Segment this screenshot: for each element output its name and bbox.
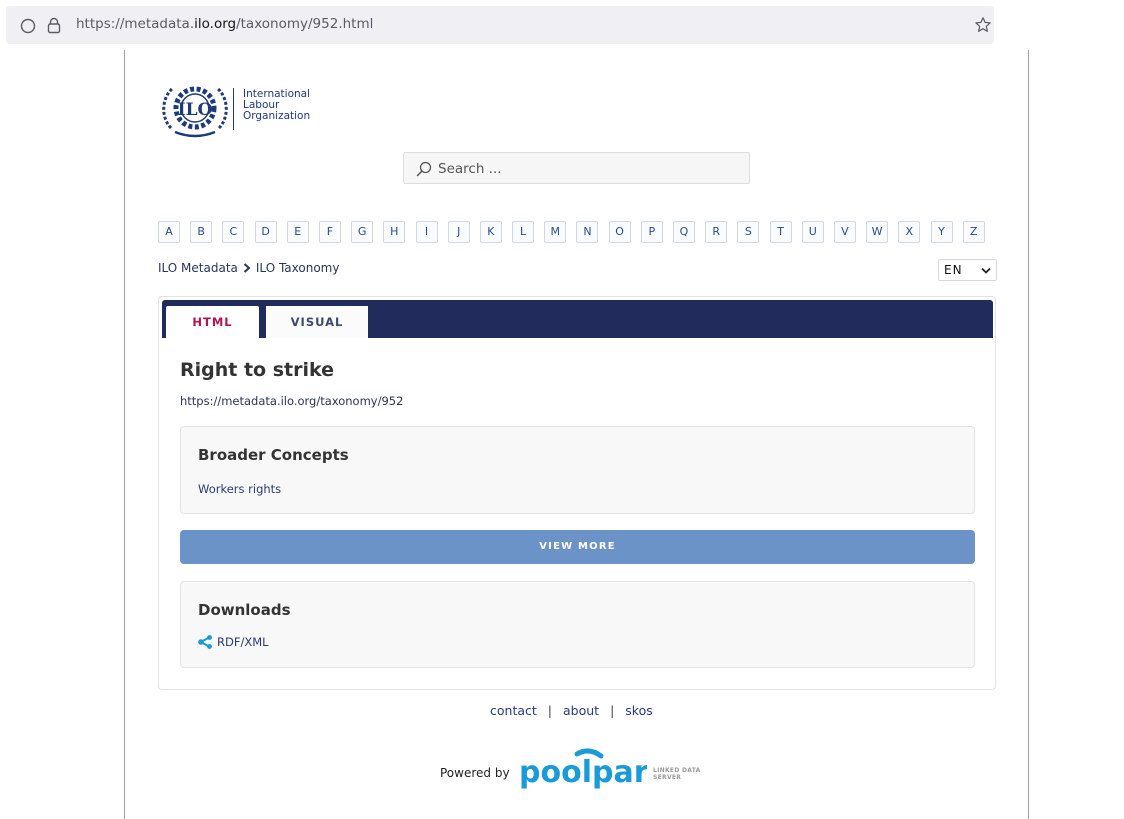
alphabet-letter-x[interactable]: X	[898, 221, 921, 243]
alphabet-letter-b[interactable]: B	[190, 221, 213, 243]
alphabet-letter-u[interactable]: U	[801, 221, 824, 243]
footer-contact-link[interactable]: contact	[490, 703, 537, 718]
alphabet-letter-q[interactable]: Q	[673, 221, 695, 243]
footer-skos-link[interactable]: skos	[625, 703, 652, 718]
alphabet-letter-v[interactable]: V	[833, 221, 856, 243]
chevron-down-icon	[981, 267, 991, 274]
alphabet-letter-r[interactable]: R	[705, 221, 728, 243]
alphabet-letter-y[interactable]: Y	[930, 221, 953, 243]
footer-separator: |	[610, 703, 615, 718]
url-path: /taxonomy/952.html	[236, 16, 374, 32]
alphabet-letter-g[interactable]: G	[351, 221, 374, 243]
rdf-xml-label: RDF/XML	[217, 635, 269, 649]
alphabet-index: ABCDEFGHIJKLMNOPQRSTUVWXYZ	[158, 221, 995, 243]
bookmark-star-icon[interactable]	[974, 16, 992, 34]
alphabet-letter-t[interactable]: T	[769, 221, 792, 243]
downloads-title: Downloads	[198, 601, 291, 619]
alphabet-letter-i[interactable]: I	[415, 221, 438, 243]
browser-toolbar: https://metadata.ilo.org/taxonomy/952.ht…	[0, 0, 1124, 50]
org-name-line3: Organization	[243, 110, 311, 122]
alphabet-letter-c[interactable]: C	[222, 221, 245, 243]
alphabet-letter-l[interactable]: L	[512, 221, 535, 243]
concept-card: HTML VISUAL Right to strike https://meta…	[158, 296, 996, 690]
page-border-right	[1028, 50, 1029, 819]
breadcrumb: ILO Metadata ILO Taxonomy	[158, 261, 339, 275]
search-icon	[416, 161, 432, 177]
tab-visual[interactable]: VISUAL	[266, 306, 368, 338]
alphabet-letter-d[interactable]: D	[254, 221, 277, 243]
search-input[interactable]	[438, 158, 738, 180]
shield-icon[interactable]	[20, 18, 36, 34]
alphabet-letter-p[interactable]: P	[640, 221, 663, 243]
share-icon	[198, 635, 212, 649]
downloads-panel: Downloads RDF/XML	[180, 581, 975, 668]
footer-about-link[interactable]: about	[563, 703, 599, 718]
footer-links: contact | about | skos	[490, 703, 653, 718]
alphabet-letter-w[interactable]: W	[866, 221, 889, 243]
ilo-logo-icon[interactable]: ILO	[157, 78, 233, 140]
alphabet-letter-z[interactable]: Z	[962, 221, 985, 243]
chevron-right-icon	[243, 263, 251, 273]
svg-text:ILO: ILO	[178, 100, 213, 120]
alphabet-letter-e[interactable]: E	[286, 221, 309, 243]
page-border-left	[124, 50, 125, 819]
search-box[interactable]	[403, 152, 750, 184]
language-select[interactable]: EN	[938, 259, 997, 281]
powered-by-label: Powered by	[440, 766, 510, 780]
url-domain: ilo.org	[194, 16, 237, 32]
tab-html[interactable]: HTML	[166, 306, 259, 338]
alphabet-letter-k[interactable]: K	[479, 221, 502, 243]
view-more-button[interactable]: VIEW MORE	[180, 530, 975, 564]
concept-uri: https://metadata.ilo.org/taxonomy/952	[180, 394, 404, 408]
language-value: EN	[944, 263, 963, 277]
svg-text:poolparty: poolparty	[519, 755, 647, 790]
poolparty-logo-icon[interactable]: poolparty	[517, 748, 647, 790]
poolparty-tagline: LINKED DATA SERVER	[653, 767, 701, 781]
alphabet-letter-a[interactable]: A	[158, 221, 180, 243]
rdf-xml-download-link[interactable]: RDF/XML	[198, 635, 269, 649]
alphabet-letter-o[interactable]: O	[608, 221, 631, 243]
address-bar[interactable]: https://metadata.ilo.org/taxonomy/952.ht…	[6, 6, 994, 44]
breadcrumb-root-link[interactable]: ILO Metadata	[158, 261, 238, 275]
powered-by: Powered by poolparty LINKED DATA SERVER	[440, 748, 740, 793]
breadcrumb-current-link[interactable]: ILO Taxonomy	[256, 261, 340, 275]
url-prefix: https://metadata.	[76, 16, 195, 32]
footer-separator: |	[547, 703, 552, 718]
broader-concept-link[interactable]: Workers rights	[198, 482, 281, 496]
url-text[interactable]: https://metadata.ilo.org/taxonomy/952.ht…	[76, 16, 373, 32]
alphabet-letter-m[interactable]: M	[544, 221, 567, 243]
concept-title: Right to strike	[180, 359, 335, 381]
alphabet-letter-h[interactable]: H	[383, 221, 406, 243]
organization-name: International Labour Organization	[243, 89, 310, 122]
tab-bar: HTML VISUAL	[162, 300, 993, 338]
alphabet-letter-j[interactable]: J	[447, 221, 470, 243]
logo-divider	[233, 88, 234, 130]
alphabet-letter-f[interactable]: F	[318, 221, 341, 243]
broader-concepts-title: Broader Concepts	[198, 446, 349, 464]
alphabet-letter-n[interactable]: N	[576, 221, 599, 243]
lock-icon[interactable]	[46, 17, 62, 34]
broader-concepts-panel: Broader Concepts Workers rights	[180, 426, 975, 514]
alphabet-letter-s[interactable]: S	[737, 221, 760, 243]
